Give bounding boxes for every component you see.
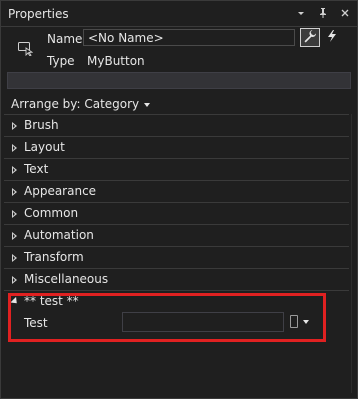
name-field[interactable] — [83, 29, 295, 46]
pin-icon[interactable] — [316, 5, 330, 21]
expand-arrow-icon — [12, 254, 17, 262]
property-grid: Brush Layout Text Appearance Common Auto… — [4, 114, 351, 393]
type-label: Type — [47, 54, 75, 68]
category-text[interactable]: Text — [4, 158, 349, 180]
type-value: MyButton — [87, 54, 145, 68]
title-bar: Properties — [1, 1, 357, 27]
highlight-annotation — [8, 293, 326, 342]
category-appearance[interactable]: Appearance — [4, 180, 349, 202]
category-label: Automation — [24, 228, 94, 242]
category-transform[interactable]: Transform — [4, 246, 349, 268]
category-common[interactable]: Common — [4, 202, 349, 224]
category-label: Layout — [24, 140, 65, 154]
element-header: Name Type MyButton — [1, 28, 357, 72]
title-controls — [294, 5, 352, 21]
panel-title: Properties — [8, 7, 69, 21]
property-search-input[interactable] — [7, 72, 351, 89]
category-label: Text — [24, 162, 49, 176]
category-label: Brush — [24, 118, 59, 132]
close-icon[interactable] — [338, 5, 352, 21]
wrench-icon — [303, 29, 317, 46]
expand-arrow-icon — [12, 188, 17, 196]
category-layout[interactable]: Layout — [4, 136, 349, 158]
lightning-icon — [326, 29, 338, 46]
expand-arrow-icon — [12, 276, 17, 284]
properties-view-button[interactable] — [300, 28, 320, 47]
category-label: Appearance — [24, 184, 97, 198]
expand-arrow-icon — [12, 210, 17, 218]
properties-panel: Properties Name <No Name> Type MyButton … — [0, 0, 358, 399]
expand-arrow-icon — [12, 166, 17, 174]
category-label: Common — [24, 206, 79, 220]
arrange-by-label: Arrange by: Category — [11, 97, 140, 111]
arrange-by-dropdown[interactable]: Arrange by: Category — [11, 97, 151, 111]
expand-arrow-icon — [12, 232, 17, 240]
category-label: Transform — [24, 250, 84, 264]
expand-arrow-icon — [12, 144, 17, 152]
category-brush[interactable]: Brush — [4, 114, 349, 136]
expand-arrow-icon — [12, 122, 17, 130]
category-miscellaneous[interactable]: Miscellaneous — [4, 268, 349, 290]
category-automation[interactable]: Automation — [4, 224, 349, 246]
events-view-button[interactable] — [322, 28, 342, 47]
chevron-down-icon — [144, 102, 151, 107]
name-label: Name — [47, 32, 83, 46]
selected-element-icon — [17, 40, 34, 57]
vertical-scrollbar[interactable] — [351, 114, 357, 393]
category-label: Miscellaneous — [24, 272, 109, 286]
dropdown-caret-icon[interactable] — [294, 5, 308, 21]
